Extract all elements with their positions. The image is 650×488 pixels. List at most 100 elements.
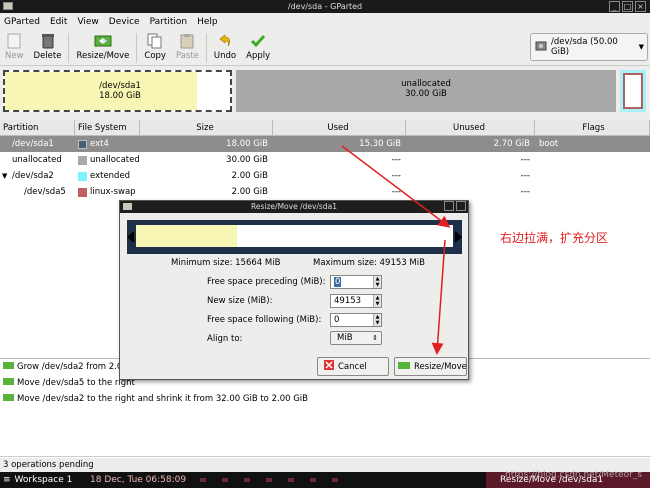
table-row[interactable]: unallocated unallocated 30.00 GiB --- --… xyxy=(0,152,650,168)
fs-color-swatch xyxy=(78,187,87,197)
operation-text: Move /dev/sda2 to the right and shrink i… xyxy=(17,394,308,404)
graph-swap-partition[interactable] xyxy=(623,73,643,109)
resize-move-confirm-label: Resize/Move xyxy=(414,361,467,372)
row-partition: /dev/sda5 xyxy=(24,187,66,197)
resize-move-icon xyxy=(398,361,410,373)
menu-view[interactable]: View xyxy=(77,17,98,27)
left-resize-handle[interactable] xyxy=(127,231,134,243)
close-button[interactable]: × xyxy=(635,1,646,12)
resize-move-confirm-button[interactable]: Resize/Move xyxy=(394,357,467,376)
row-flags xyxy=(535,168,650,184)
apply-label: Apply xyxy=(246,51,271,61)
list-item[interactable]: Move /dev/sda2 to the right and shrink i… xyxy=(0,391,650,407)
row-partition: unallocated xyxy=(12,155,62,165)
align-to-label: Align to: xyxy=(207,334,243,344)
row-unused: --- xyxy=(520,171,530,181)
undo-label: Undo xyxy=(213,51,237,61)
workspace-switcher[interactable]: ≡ Workspace 1 xyxy=(3,472,72,488)
free-preceding-spinner[interactable]: 0 ▲ ▼ xyxy=(330,275,382,289)
used-space-fill xyxy=(136,225,238,247)
column-filesystem[interactable]: File System xyxy=(75,120,140,135)
row-filesystem: linux-swap xyxy=(90,187,136,197)
resize-move-button[interactable]: Resize/Move xyxy=(71,30,134,61)
window-title: /dev/sda - GParted xyxy=(287,2,363,11)
device-selector[interactable]: /dev/sda (50.00 GiB) ▼ xyxy=(530,33,648,61)
menu-partition[interactable]: Partition xyxy=(150,17,188,27)
column-used[interactable]: Used xyxy=(273,120,406,135)
align-to-select[interactable]: MiB ⇕ xyxy=(330,331,382,345)
annotation-text: 右边拉满，扩充分区 xyxy=(500,231,609,245)
spinner-arrows-icon[interactable]: ▲ ▼ xyxy=(373,295,381,307)
row-used: --- xyxy=(391,171,401,181)
free-following-spinner[interactable]: 0 ▲ ▼ xyxy=(330,313,382,327)
graph-extended-partition[interactable] xyxy=(620,70,646,112)
graph-partition-sda1[interactable]: /dev/sda1 18.00 GiB xyxy=(3,70,232,112)
paste-label: Paste xyxy=(175,51,199,61)
partition-extent[interactable] xyxy=(136,225,453,247)
column-size[interactable]: Size xyxy=(140,120,273,135)
cancel-label: Cancel xyxy=(338,361,367,372)
minimize-button[interactable]: _ xyxy=(609,1,620,12)
menu-edit[interactable]: Edit xyxy=(50,17,67,27)
row-filesystem: ext4 xyxy=(90,139,109,149)
spinner-arrows-icon[interactable]: ▲ ▼ xyxy=(373,276,381,288)
dialog-app-icon xyxy=(123,203,132,210)
graph-unallocated-size: 30.00 GiB xyxy=(405,89,447,99)
delete-button[interactable]: Delete xyxy=(29,30,67,61)
apply-button[interactable]: Apply xyxy=(241,30,275,61)
resize-move-dialog: Resize/Move /dev/sda1 Minimum size: 1566… xyxy=(119,200,469,380)
table-header: Partition File System Size Used Unused F… xyxy=(0,120,650,136)
dialog-title: Resize/Move /dev/sda1 xyxy=(251,202,337,211)
row-unused: --- xyxy=(520,187,530,197)
fs-color-swatch xyxy=(78,139,87,149)
table-row[interactable]: ▼ /dev/sda2 extended 2.00 GiB --- --- xyxy=(0,168,650,184)
spinner-arrows-icon[interactable]: ▲ ▼ xyxy=(373,314,381,326)
table-row[interactable]: /dev/sda5 linux-swap 2.00 GiB --- --- xyxy=(0,184,650,200)
dialog-maximize-button[interactable] xyxy=(444,201,454,211)
new-button[interactable]: New xyxy=(0,30,29,61)
graph-unallocated[interactable]: unallocated 30.00 GiB xyxy=(236,70,616,112)
app-icon xyxy=(3,2,13,10)
taskbar-indicators xyxy=(200,478,338,482)
new-size-label: New size (MiB): xyxy=(207,296,273,306)
resize-move-icon xyxy=(94,32,112,50)
new-icon xyxy=(5,32,23,50)
copy-label: Copy xyxy=(144,51,166,61)
undo-icon xyxy=(216,32,234,50)
row-partition: /dev/sda2 xyxy=(12,171,54,181)
row-used: --- xyxy=(391,187,401,197)
menu-gparted[interactable]: GParted xyxy=(4,17,40,27)
delete-icon xyxy=(39,32,57,50)
menu-icon: ≡ xyxy=(3,475,11,485)
free-following-value: 0 xyxy=(334,315,340,325)
row-flags xyxy=(535,152,650,168)
column-flags[interactable]: Flags xyxy=(535,120,650,135)
align-to-value: MiB xyxy=(337,333,353,343)
paste-button[interactable]: Paste xyxy=(171,30,204,61)
maximize-button[interactable]: □ xyxy=(622,1,633,12)
partition-resize-bar[interactable] xyxy=(127,220,462,254)
table-row[interactable]: /dev/sda1 ext4 18.00 GiB 15.30 GiB 2.70 … xyxy=(0,136,650,152)
operation-text: Grow /dev/sda2 from 2.00 xyxy=(17,362,128,372)
dialog-close-button[interactable] xyxy=(456,201,466,211)
free-preceding-value: 0 xyxy=(334,277,342,287)
menu-help[interactable]: Help xyxy=(197,17,218,27)
cancel-button[interactable]: Cancel xyxy=(317,357,389,376)
minimum-size-label: Minimum size: 15664 MiB xyxy=(171,258,281,268)
menu-device[interactable]: Device xyxy=(109,17,140,27)
resize-move-label: Resize/Move xyxy=(76,51,130,61)
clock: 18 Dec, Tue 06:58:09 xyxy=(90,475,187,485)
undo-button[interactable]: Undo xyxy=(209,30,241,61)
expander-arrow-icon[interactable]: ▼ xyxy=(2,168,7,184)
toolbar-separator xyxy=(68,33,70,63)
workspace-label: Workspace 1 xyxy=(14,475,73,485)
new-label: New xyxy=(5,51,24,61)
copy-button[interactable]: Copy xyxy=(139,30,171,61)
new-size-spinner[interactable]: 49153 ▲ ▼ xyxy=(330,294,382,308)
right-resize-handle[interactable] xyxy=(455,231,462,243)
column-unused[interactable]: Unused xyxy=(406,120,535,135)
column-partition[interactable]: Partition xyxy=(0,120,75,135)
operation-text: Move /dev/sda5 to the right xyxy=(17,378,135,388)
graph-unallocated-name: unallocated xyxy=(401,79,451,89)
fs-color-swatch xyxy=(78,171,87,181)
